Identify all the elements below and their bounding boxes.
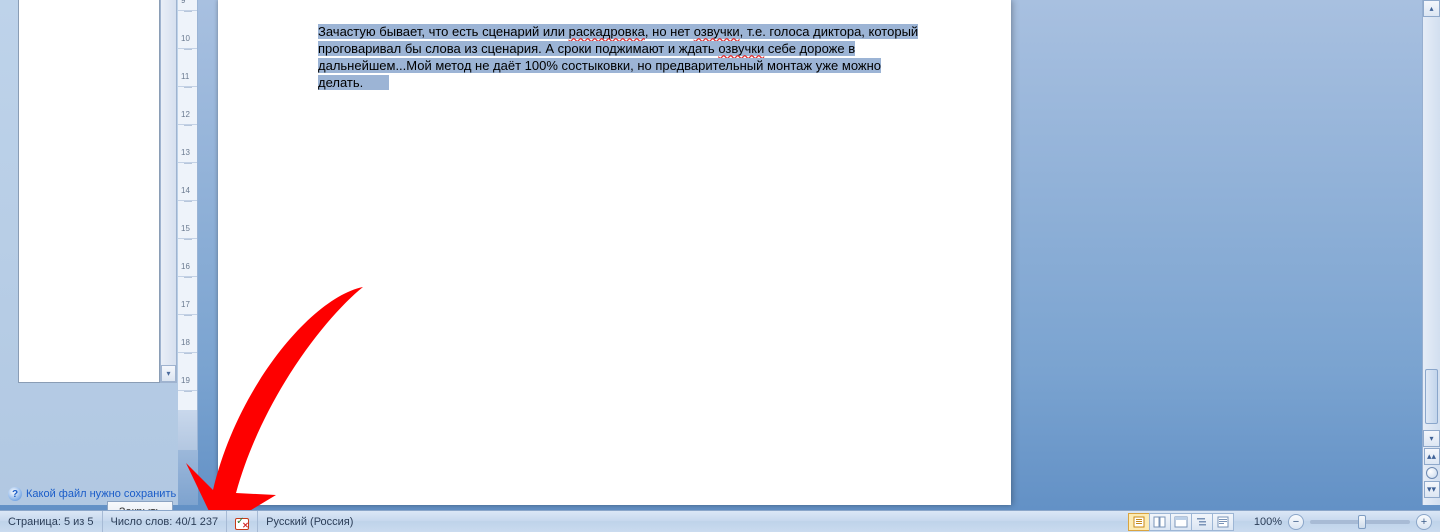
status-language-label: Русский (Россия): [266, 516, 353, 528]
document-text-selection[interactable]: Зачастую бывает, что есть сценарий или р…: [318, 23, 948, 91]
vertical-ruler[interactable]: 9101112131415161718192021: [178, 0, 198, 450]
zoom-slider[interactable]: [1310, 520, 1410, 524]
thumbnail-viewport: [18, 0, 160, 383]
ruler-tick: 14: [178, 182, 197, 201]
ruler-tick: 13: [178, 144, 197, 163]
zoom-slider-handle[interactable]: [1358, 515, 1366, 529]
status-page[interactable]: Страница: 5 из 5: [0, 511, 103, 532]
document-page[interactable]: Зачастую бывает, что есть сценарий или р…: [218, 0, 1011, 505]
vertical-ruler-end: [178, 450, 198, 505]
status-word-count-label: Число слов: 40/1 237: [111, 516, 219, 528]
next-page-button[interactable]: ▾▾: [1424, 481, 1440, 498]
view-buttons-group: [1129, 511, 1234, 532]
scroll-up-button[interactable]: ▴: [1423, 0, 1440, 17]
status-page-label: Страница: 5 из 5: [8, 516, 94, 528]
scrollbar-track[interactable]: [1424, 17, 1439, 430]
scrollbar-thumb[interactable]: [1425, 369, 1438, 424]
view-outline-button[interactable]: [1191, 513, 1213, 531]
help-icon: ?: [8, 487, 22, 501]
status-proofing[interactable]: ✕: [227, 511, 258, 532]
vertical-scrollbar[interactable]: ▴ ▾ ▴▴ ▾▾: [1422, 0, 1440, 505]
scroll-down-icon[interactable]: ▾: [161, 365, 176, 382]
status-word-count[interactable]: Число слов: 40/1 237: [103, 511, 228, 532]
zoom-controls: 100% − +: [1234, 511, 1440, 532]
thumbnail-scrollbar[interactable]: ▾: [160, 0, 177, 383]
view-full-screen-reading-button[interactable]: [1149, 513, 1171, 531]
ruler-tick: 16: [178, 258, 197, 277]
zoom-in-button[interactable]: +: [1416, 514, 1432, 530]
view-web-layout-button[interactable]: [1170, 513, 1192, 531]
ruler-tick: 17: [178, 296, 197, 315]
browse-object-nav: ▴▴ ▾▾: [1423, 447, 1440, 505]
help-link[interactable]: ? Какой файл нужно сохранить: [8, 487, 176, 501]
zoom-out-button[interactable]: −: [1288, 514, 1304, 530]
proofing-icon: ✕: [235, 515, 249, 529]
ruler-tick: 18: [178, 334, 197, 353]
status-bar: Страница: 5 из 5 Число слов: 40/1 237 ✕ …: [0, 510, 1440, 532]
scroll-down-button[interactable]: ▾: [1423, 430, 1440, 447]
ruler-tick: 12: [178, 106, 197, 125]
help-link-label: Какой файл нужно сохранить: [26, 488, 176, 500]
view-print-layout-button[interactable]: [1128, 513, 1150, 531]
ruler-tick: 19: [178, 372, 197, 391]
ruler-tick: 11: [178, 68, 197, 87]
zoom-level-label[interactable]: 100%: [1242, 516, 1282, 528]
ruler-tick: 9: [178, 0, 197, 11]
view-draft-button[interactable]: [1212, 513, 1234, 531]
previous-page-button[interactable]: ▴▴: [1424, 448, 1440, 465]
status-language[interactable]: Русский (Россия): [258, 511, 361, 532]
select-browse-object-button[interactable]: [1426, 467, 1438, 479]
navigation-panel: ▾: [0, 0, 178, 505]
ruler-tick: 10: [178, 30, 197, 49]
ruler-tick: 15: [178, 220, 197, 239]
